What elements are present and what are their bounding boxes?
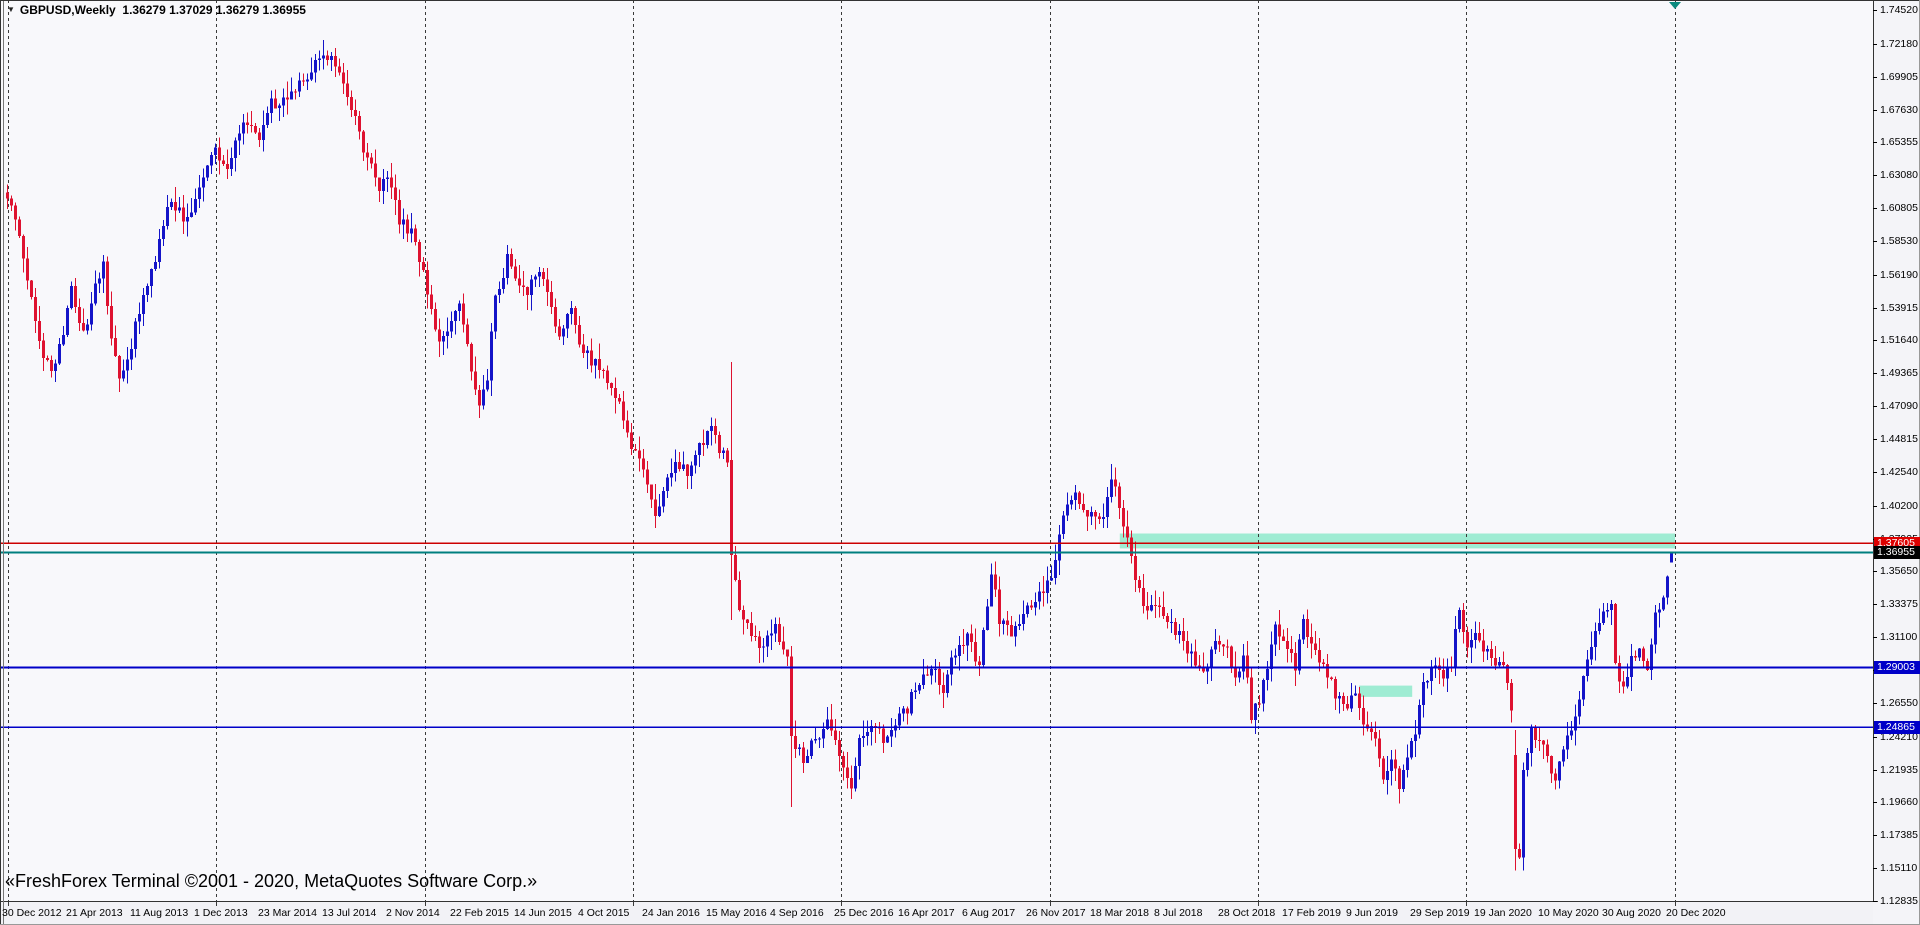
price-tick-label: 1.31100 (1880, 631, 1917, 643)
date-label: 16 Apr 2017 (898, 907, 955, 919)
symbol-ohlc-label: ▼ GBPUSD,Weekly 1.36279 1.37029 1.36279 1… (7, 3, 306, 17)
date-label: 23 Mar 2014 (258, 907, 317, 919)
date-label: 4 Oct 2015 (578, 907, 629, 919)
supply-zone[interactable] (1120, 534, 1675, 549)
price-tick-label: 1.65355 (1880, 136, 1918, 148)
date-label: 1 Dec 2013 (194, 907, 248, 919)
date-label: 6 Aug 2017 (962, 907, 1015, 919)
price-tick-label: 1.72180 (1880, 38, 1918, 50)
price-tick-label: 1.40200 (1880, 500, 1918, 512)
date-label: 18 Mar 2018 (1090, 907, 1149, 919)
price-level-badge: 1.24865 (1874, 721, 1920, 734)
price-level-badge: 1.29003 (1874, 661, 1920, 674)
date-label: 4 Sep 2016 (770, 907, 824, 919)
date-label: 30 Dec 2012 (2, 907, 62, 919)
date-label: 14 Jun 2015 (514, 907, 572, 919)
price-tick-label: 1.44815 (1880, 433, 1918, 445)
date-label: 30 Aug 2020 (1602, 907, 1661, 919)
date-label: 26 Nov 2017 (1026, 907, 1086, 919)
date-label: 11 Aug 2013 (130, 907, 188, 919)
price-level-badge: 1.36955 (1874, 546, 1920, 559)
date-label: 29 Sep 2019 (1410, 907, 1470, 919)
date-label: 20 Dec 2020 (1666, 907, 1726, 919)
demand-zone[interactable] (1359, 686, 1412, 697)
symbol-ohlc-text: GBPUSD,Weekly 1.36279 1.37029 1.36279 1.… (20, 3, 306, 17)
chart-frame (0, 0, 1920, 925)
price-tick-label: 1.51640 (1880, 334, 1918, 346)
date-label: 24 Jan 2016 (642, 907, 700, 919)
price-tick-label: 1.49365 (1880, 367, 1918, 379)
date-label: 10 May 2020 (1538, 907, 1599, 919)
price-tick-label: 1.21935 (1880, 764, 1918, 776)
price-tick-label: 1.42540 (1880, 466, 1918, 478)
price-tick-label: 1.47090 (1880, 400, 1918, 412)
price-tick-label: 1.53915 (1880, 302, 1918, 314)
price-tick-label: 1.17385 (1880, 829, 1918, 841)
price-tick-label: 1.74520 (1880, 4, 1918, 16)
price-tick-label: 1.58530 (1880, 235, 1918, 247)
price-tick-label: 1.60805 (1880, 202, 1918, 214)
price-tick-label: 1.12835 (1880, 895, 1918, 907)
date-label: 28 Oct 2018 (1218, 907, 1275, 919)
candlestick-chart[interactable] (0, 0, 1920, 925)
price-tick-label: 1.56190 (1880, 269, 1918, 281)
date-label: 9 Jun 2019 (1346, 907, 1398, 919)
price-tick-label: 1.67630 (1880, 104, 1918, 116)
date-label: 2 Nov 2014 (386, 907, 440, 919)
date-label: 17 Feb 2019 (1282, 907, 1341, 919)
symbol-dropdown-icon: ▼ (7, 5, 15, 14)
price-tick-label: 1.35650 (1880, 565, 1918, 577)
current-week-marker-icon[interactable] (1669, 2, 1681, 9)
date-label: 19 Jan 2020 (1474, 907, 1532, 919)
price-tick-label: 1.33375 (1880, 598, 1918, 610)
time-axis[interactable]: 30 Dec 2012 21 Apr 2013 11 Aug 2013 1 Dec 2… (0, 901, 1873, 925)
price-tick-label: 1.63080 (1880, 169, 1918, 181)
price-tick-label: 1.19660 (1880, 796, 1918, 808)
date-label: 25 Dec 2016 (834, 907, 894, 919)
candles-series (6, 40, 1673, 871)
date-label: 22 Feb 2015 (450, 907, 509, 919)
price-tick-label: 1.26550 (1880, 697, 1918, 709)
terminal-window: 1.74520 1.72180 1.69905 1.67630 1.65355 1.630… (0, 0, 1920, 925)
copyright-watermark: «FreshForex Terminal ©2001 - 2020, MetaQ… (5, 871, 537, 892)
price-axis[interactable]: 1.74520 1.72180 1.69905 1.67630 1.65355 1.630… (1873, 0, 1920, 925)
date-label: 8 Jul 2018 (1154, 907, 1202, 919)
price-tick-label: 1.69905 (1880, 71, 1918, 83)
price-tick-label: 1.15110 (1880, 862, 1917, 874)
date-label: 13 Jul 2014 (322, 907, 376, 919)
date-label: 21 Apr 2013 (66, 907, 123, 919)
date-label: 15 May 2016 (706, 907, 767, 919)
